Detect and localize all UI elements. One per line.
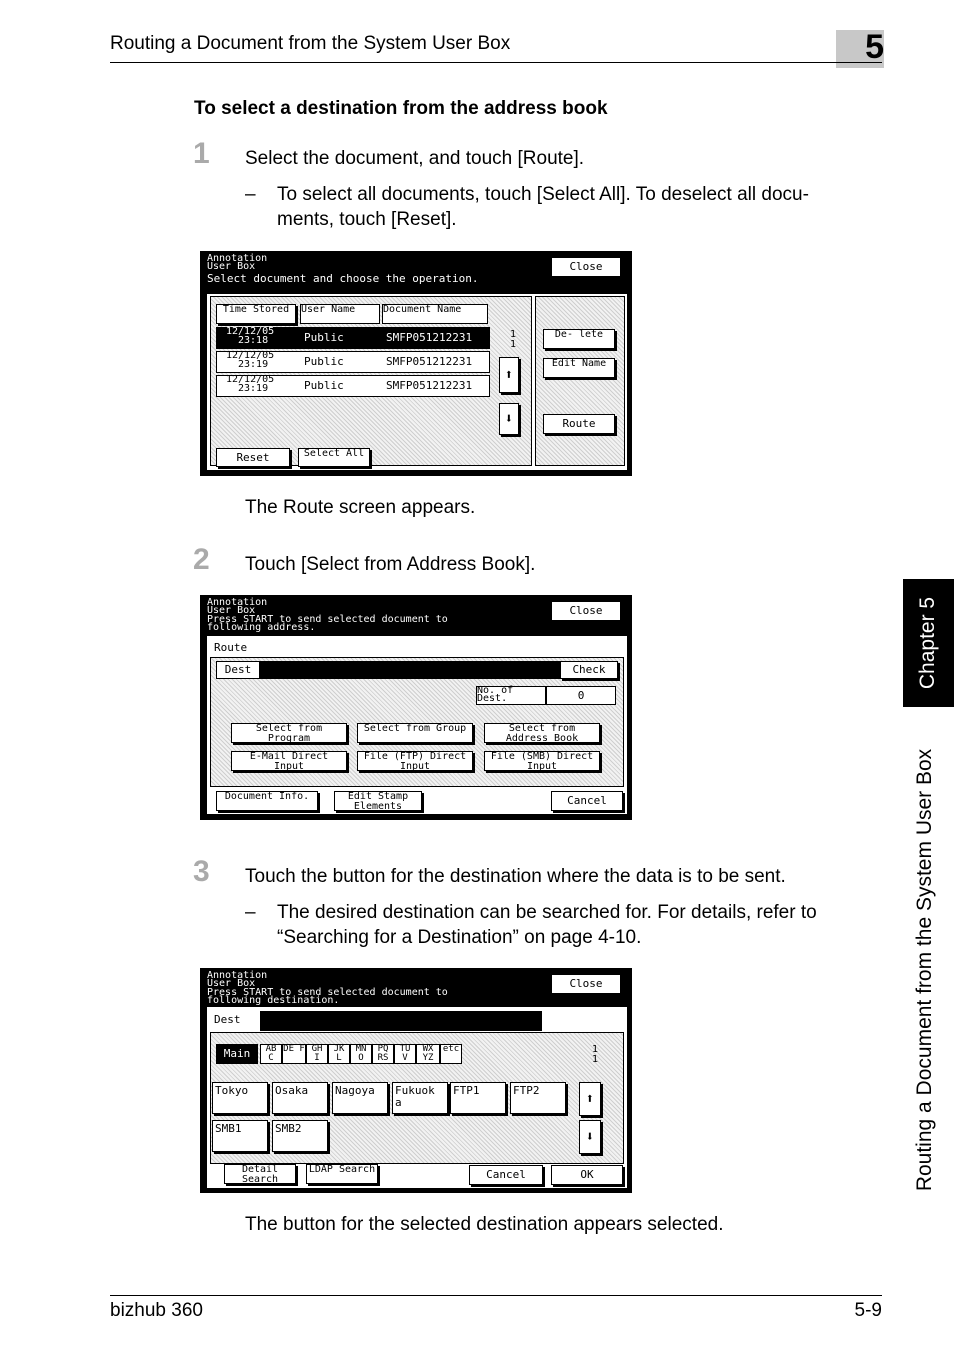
address-book-screen: Annotation User Box Press START to send … xyxy=(200,968,632,1193)
screen-instruction: Select document and choose the operation… xyxy=(207,272,479,285)
reset-button[interactable]: Reset xyxy=(216,448,290,467)
section-title: To select a destination from the address… xyxy=(194,98,608,119)
row-time: 23:19 xyxy=(238,359,269,370)
column-header-document: Document Name xyxy=(382,304,488,324)
scroll-up-arrow-icon[interactable]: ⬆ xyxy=(579,1082,601,1116)
route-label: Route xyxy=(214,641,248,654)
destination-button[interactable]: SMB1 xyxy=(212,1120,268,1152)
screen-subtitle: User Box xyxy=(207,261,256,272)
smb-direct-input-button[interactable]: File (SMB) Direct Input xyxy=(484,751,600,772)
index-tab[interactable]: TU V xyxy=(394,1044,416,1064)
row-document: SMFP051212231 xyxy=(386,379,473,392)
cancel-button[interactable]: Cancel xyxy=(469,1165,543,1185)
index-tab[interactable]: JK L xyxy=(328,1044,350,1064)
index-tab[interactable]: AB C xyxy=(260,1044,282,1064)
select-from-program-button[interactable]: Select from Program xyxy=(231,723,347,744)
ldap-search-button[interactable]: LDAP Search xyxy=(306,1164,378,1184)
row-time: 23:18 xyxy=(238,335,269,346)
edit-stamp-elements-button[interactable]: Edit Stamp Elements xyxy=(334,791,422,812)
column-header-user: User Name xyxy=(300,304,380,324)
step-number: 2 xyxy=(193,543,210,576)
bullet-dash: – xyxy=(245,902,256,923)
page-total: 1 xyxy=(592,1054,599,1065)
row-document: SMFP051212231 xyxy=(386,331,473,344)
destination-button[interactable]: Tokyo xyxy=(212,1082,268,1114)
screen-instruction: following destination. xyxy=(207,995,340,1006)
step-number: 3 xyxy=(193,855,210,888)
check-button[interactable]: Check xyxy=(560,661,618,679)
footer-page-number: 5-9 xyxy=(854,1300,882,1321)
footer-rule xyxy=(110,1295,882,1296)
close-button[interactable]: Close xyxy=(551,257,621,277)
step-subtext: To select all documents, touch [Select A… xyxy=(277,184,809,205)
destination-button[interactable]: FTP1 xyxy=(450,1082,506,1114)
ftp-direct-input-button[interactable]: File (FTP) Direct Input xyxy=(357,751,473,772)
dest-field xyxy=(260,1011,542,1031)
close-button[interactable]: Close xyxy=(551,601,621,621)
step-text: Select the document, and touch [Route]. xyxy=(245,148,585,169)
header-rule xyxy=(110,62,882,63)
destination-button[interactable]: Fukuok a xyxy=(392,1082,448,1114)
num-dest-value: 0 xyxy=(546,686,616,705)
side-title-text: Routing a Document from the System User … xyxy=(913,748,936,1192)
index-tab[interactable]: etc xyxy=(440,1044,462,1064)
row-user: Public xyxy=(304,331,344,344)
scroll-down-arrow-icon[interactable]: ⬇ xyxy=(579,1120,601,1154)
destination-button[interactable]: Osaka xyxy=(272,1082,328,1114)
step-result: The Route screen appears. xyxy=(245,497,476,518)
document-info-button[interactable]: Document Info. xyxy=(216,791,318,811)
step-subtext: The desired destination can be searched … xyxy=(277,902,817,923)
select-from-address-book-button[interactable]: Select from Address Book xyxy=(484,723,600,744)
side-chapter-label: Chapter 5 xyxy=(903,579,954,707)
row-time: 23:19 xyxy=(238,383,269,394)
step-subtext: ments, touch [Reset]. xyxy=(277,209,457,230)
row-user: Public xyxy=(304,355,344,368)
time-stored-sort-button[interactable]: Time Stored xyxy=(216,304,296,324)
footer-product: bizhub 360 xyxy=(110,1300,203,1321)
route-button[interactable]: Route xyxy=(543,414,615,434)
step-text: Touch the button for the destination whe… xyxy=(245,866,786,887)
close-button[interactable]: Close xyxy=(551,974,621,994)
row-user: Public xyxy=(304,379,344,392)
step-text: Touch [Select from Address Book]. xyxy=(245,554,536,575)
ok-button[interactable]: OK xyxy=(551,1165,623,1185)
num-dest-label: No. of Dest. xyxy=(476,686,546,705)
scroll-down-arrow-icon[interactable]: ⬇ xyxy=(499,403,519,435)
dest-label: Dest xyxy=(216,661,260,679)
bullet-dash: – xyxy=(245,184,256,205)
running-header: Routing a Document from the System User … xyxy=(110,33,511,54)
page-total: 1 xyxy=(510,339,517,350)
step-result: The button for the selected destination … xyxy=(245,1214,724,1235)
dest-field xyxy=(260,661,560,679)
side-chapter-text: Chapter 5 xyxy=(916,596,940,690)
index-tab[interactable]: WX YZ xyxy=(416,1044,440,1064)
cancel-button[interactable]: Cancel xyxy=(551,791,623,811)
side-title-label: Routing a Document from the System User … xyxy=(895,710,954,1230)
index-tab[interactable]: GH I xyxy=(306,1044,328,1064)
index-tab[interactable]: MN O xyxy=(350,1044,372,1064)
index-tab[interactable]: DE F xyxy=(282,1044,306,1064)
row-document: SMFP051212231 xyxy=(386,355,473,368)
user-box-screen: Annotation User Box Select document and … xyxy=(200,251,632,476)
destination-button[interactable]: FTP2 xyxy=(510,1082,566,1114)
route-screen: Annotation User Box Press START to send … xyxy=(200,595,632,820)
scroll-up-arrow-icon[interactable]: ⬆ xyxy=(499,357,519,393)
delete-button[interactable]: De- lete xyxy=(543,329,615,349)
index-tab[interactable]: Main xyxy=(216,1044,258,1064)
screen-instruction: following address. xyxy=(207,622,316,633)
edit-name-button[interactable]: Edit Name xyxy=(543,358,615,378)
destination-button[interactable]: SMB2 xyxy=(272,1120,328,1152)
dest-label: Dest xyxy=(214,1013,241,1026)
email-direct-input-button[interactable]: E-Mail Direct Input xyxy=(231,751,347,772)
step-number: 1 xyxy=(193,137,210,170)
select-from-group-button[interactable]: Select from Group xyxy=(357,723,473,743)
detail-search-button[interactable]: Detail Search xyxy=(224,1164,296,1185)
index-tab[interactable]: PQ RS xyxy=(372,1044,394,1064)
select-all-button[interactable]: Select All xyxy=(298,448,370,467)
destination-button[interactable]: Nagoya xyxy=(332,1082,388,1114)
step-subtext: “Searching for a Destination” on page 4-… xyxy=(277,927,642,948)
